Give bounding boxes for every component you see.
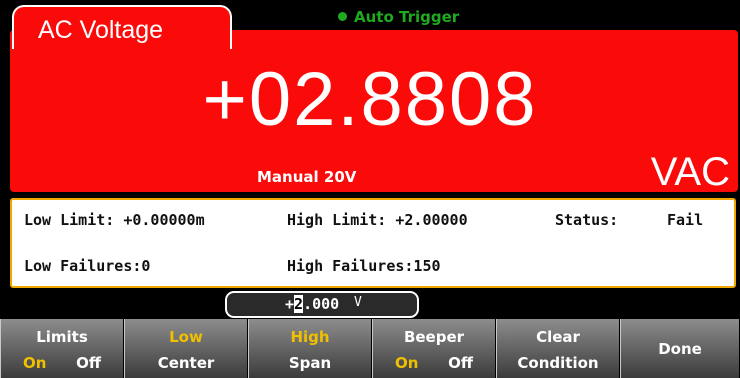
low-failures-text: Low Failures:0 [24,257,151,275]
high-failures-text: High Failures:150 [287,257,441,275]
reading-unit: VAC [650,150,730,194]
limits-info-panel: Low Limit: +0.00000m High Limit: +2.0000… [10,198,736,288]
trigger-status-dot-icon [338,12,347,21]
value-entry-field[interactable]: +2.000 V [225,291,419,318]
low-limit-text: Low Limit: +0.00000m [24,211,205,229]
limits-on-option: On [23,354,47,372]
high-span-softkey[interactable]: High Span [248,319,372,378]
entry-unit: V [354,295,362,310]
measurement-area: AC Voltage Auto Trigger +02.8808 Manual … [0,0,740,196]
entry-value-rest: .000 [303,295,340,313]
center-label: Center [157,354,215,372]
range-indicator: Manual 20V [257,168,357,186]
beeper-on-option: On [395,354,419,372]
span-label: Span [288,354,332,372]
low-center-softkey[interactable]: Low Center [124,319,248,378]
done-label: Done [658,340,702,358]
status-label: Status: [555,211,619,229]
status-value: Fail [667,211,704,229]
clear-label: Clear [536,328,580,346]
limits-off-option: Off [76,354,101,372]
softkey-bar: Limits On Off Low Center High Span Beepe… [0,319,740,378]
limits-softkey[interactable]: Limits On Off [0,319,124,378]
beeper-label: Beeper [403,328,465,346]
low-label: Low [169,328,203,346]
high-label: High [290,328,330,346]
condition-label: Condition [517,354,599,372]
main-reading: +02.8808 [202,57,538,142]
limits-label: Limits [36,328,88,346]
clear-condition-softkey[interactable]: Clear Condition [496,319,620,378]
high-limit-text: High Limit: +2.00000 [287,211,468,229]
trigger-label: Auto Trigger [354,8,460,26]
entry-cursor-digit[interactable]: 2 [294,295,304,313]
entry-value: +2.000 [285,295,339,313]
entry-sign: + [285,295,295,313]
done-softkey[interactable]: Done [620,319,740,378]
mode-title: AC Voltage [38,16,164,44]
trigger-indicator: Auto Trigger [338,8,459,26]
beeper-off-option: Off [448,354,473,372]
beeper-softkey[interactable]: Beeper On Off [372,319,496,378]
mode-tab: AC Voltage [12,5,232,49]
